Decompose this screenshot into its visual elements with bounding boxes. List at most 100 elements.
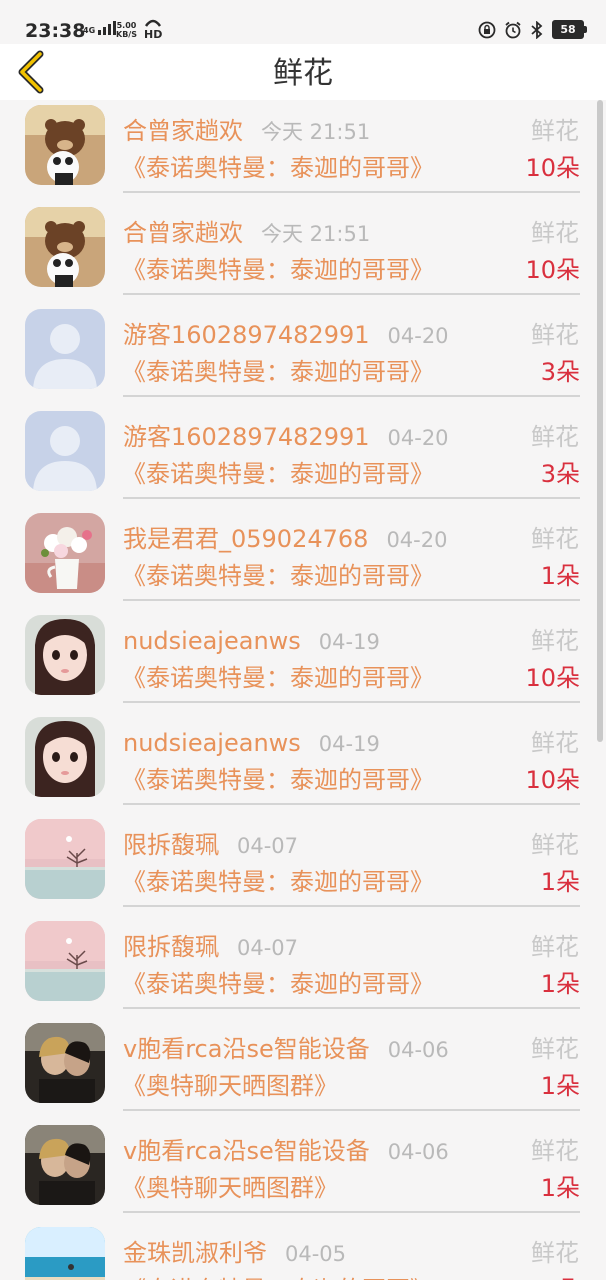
- work-title[interactable]: 《泰诺奥特曼：泰迦的哥哥》: [122, 560, 434, 592]
- avatar[interactable]: [25, 1125, 105, 1205]
- sender-name-line: 限拆馥珮 04-07: [123, 829, 298, 862]
- battery-icon: 58: [552, 20, 587, 39]
- work-title[interactable]: 《泰诺奥特曼：泰迦的哥哥》: [122, 254, 434, 286]
- gift-count: 3朵: [540, 358, 580, 386]
- list-item[interactable]: nudsieajeanws 04-19 鲜花 《泰诺奥特曼：泰迦的哥哥》 10朵: [0, 712, 606, 814]
- work-title[interactable]: 《泰诺奥特曼：泰迦的哥哥》: [122, 1274, 434, 1280]
- list-item[interactable]: v胞看rca沿se智能设备 04-06 鲜花 《奥特聊天晒图群》 1朵: [0, 1120, 606, 1222]
- divider: [123, 1007, 580, 1009]
- divider: [123, 599, 580, 601]
- sender-name[interactable]: nudsieajeanws: [123, 625, 301, 657]
- sender-name[interactable]: v胞看rca沿se智能设备: [123, 1135, 370, 1167]
- list-item[interactable]: 我是君君_059024768 04-20 鲜花 《泰诺奥特曼：泰迦的哥哥》 1朵: [0, 508, 606, 610]
- avatar[interactable]: [25, 309, 105, 389]
- gift-count: 1朵: [540, 562, 580, 590]
- gift-type: 鲜花: [531, 1137, 579, 1165]
- avatar[interactable]: [25, 921, 105, 1001]
- avatar[interactable]: [25, 411, 105, 491]
- timestamp: 今天 21:51: [261, 222, 371, 246]
- sender-name-line: 金珠凯淑利爷 04-05: [123, 1237, 346, 1270]
- gift-type: 鲜花: [531, 321, 579, 349]
- timestamp: 04-20: [387, 324, 449, 348]
- avatar[interactable]: [25, 207, 105, 287]
- work-title[interactable]: 《奥特聊天晒图群》: [122, 1172, 338, 1204]
- list-item[interactable]: 金珠凯淑利爷 04-05 鲜花《泰诺奥特曼：泰迦的哥哥》 1朵: [0, 1222, 606, 1280]
- sender-name[interactable]: nudsieajeanws: [123, 727, 301, 759]
- divider: [123, 905, 580, 907]
- gift-count: 1朵: [540, 1072, 580, 1100]
- work-title[interactable]: 《泰诺奥特曼：泰迦的哥哥》: [122, 764, 434, 796]
- timestamp: 04-06: [387, 1038, 449, 1062]
- sender-name[interactable]: 我是君君_059024768: [123, 523, 368, 555]
- sender-name-line: 游客1602897482991 04-20: [123, 319, 449, 352]
- lock-rotation-icon: [478, 21, 496, 38]
- sender-name[interactable]: 合曾家趟欢: [123, 115, 243, 147]
- avatar[interactable]: [25, 717, 105, 797]
- sender-name[interactable]: 限拆馥珮: [123, 931, 219, 963]
- sender-name-line: nudsieajeanws 04-19: [123, 625, 380, 658]
- avatar[interactable]: [25, 819, 105, 899]
- sender-name[interactable]: 限拆馥珮: [123, 829, 219, 861]
- divider: [123, 701, 580, 703]
- gift-type: 鲜花: [531, 933, 579, 961]
- sender-name[interactable]: 金珠凯淑利爷: [123, 1237, 267, 1269]
- status-time: 23:38: [25, 20, 86, 42]
- signal-icon: 4G: [83, 21, 117, 35]
- list-item[interactable]: v胞看rca沿se智能设备 04-06 鲜花《奥特聊天晒图群》 1朵: [0, 1018, 606, 1120]
- gift-count: 10朵: [525, 664, 580, 692]
- list-item[interactable]: 游客1602897482991 04-20 鲜花 《泰诺奥特曼：泰迦的哥哥》 3朵: [0, 406, 606, 508]
- scrollbar[interactable]: [597, 100, 603, 742]
- timestamp: 今天 21:51: [261, 120, 371, 144]
- timestamp: 04-20: [386, 528, 448, 552]
- timestamp: 04-07: [237, 834, 299, 858]
- work-title[interactable]: 《泰诺奥特曼：泰迦的哥哥》: [122, 356, 434, 388]
- work-title[interactable]: 《奥特聊天晒图群》: [122, 1070, 338, 1102]
- network-type: 4G: [83, 26, 96, 35]
- gift-type: 鲜花: [531, 1035, 579, 1063]
- gift-type: 鲜花: [531, 627, 579, 655]
- gift-type: 鲜花: [531, 219, 579, 247]
- avatar[interactable]: [25, 1023, 105, 1103]
- bluetooth-icon: [531, 20, 543, 39]
- gift-type: 鲜花: [531, 1239, 579, 1267]
- timestamp: 04-20: [387, 426, 449, 450]
- gift-record-list[interactable]: 合曾家趟欢 今天 21:51 鲜花 《泰诺奥特曼：泰迦的哥哥》 10朵 合曾家趟欢 今天 2…: [0, 100, 606, 1280]
- list-item[interactable]: nudsieajeanws 04-19 鲜花《泰诺奥特曼：泰迦的哥哥》 10朵: [0, 610, 606, 712]
- list-item[interactable]: 游客1602897482991 04-20 鲜花《泰诺奥特曼：泰迦的哥哥》 3朵: [0, 304, 606, 406]
- gift-count: 10朵: [525, 256, 580, 284]
- list-item[interactable]: 限拆馥珮 04-07 鲜花 《泰诺奥特曼：泰迦的哥哥》 1朵: [0, 814, 606, 916]
- work-title[interactable]: 《泰诺奥特曼：泰迦的哥哥》: [122, 662, 434, 694]
- work-title[interactable]: 《泰诺奥特曼：泰迦的哥哥》: [122, 968, 434, 1000]
- list-item[interactable]: 合曾家趟欢 今天 21:51 鲜花《泰诺奥特曼：泰迦的哥哥》 10朵: [0, 100, 606, 202]
- avatar[interactable]: [25, 513, 105, 593]
- avatar[interactable]: [25, 615, 105, 695]
- sender-name-line: nudsieajeanws 04-19: [123, 727, 380, 760]
- divider: [123, 497, 580, 499]
- sender-name-line: 我是君君_059024768 04-20: [123, 523, 447, 556]
- sender-name-line: v胞看rca沿se智能设备 04-06: [123, 1033, 449, 1066]
- sender-name[interactable]: 游客1602897482991: [123, 319, 370, 351]
- divider: [123, 395, 580, 397]
- work-title[interactable]: 《泰诺奥特曼：泰迦的哥哥》: [122, 866, 434, 898]
- page-title: 鲜花: [273, 56, 333, 91]
- avatar[interactable]: [25, 1227, 105, 1280]
- avatar[interactable]: [25, 105, 105, 185]
- divider: [123, 293, 580, 295]
- gift-type: 鲜花: [531, 117, 579, 145]
- sender-name[interactable]: 合曾家趟欢: [123, 217, 243, 249]
- hd-call-icon: HD: [144, 18, 162, 40]
- list-item[interactable]: 合曾家趟欢 今天 21:51 鲜花《泰诺奥特曼：泰迦的哥哥》 10朵: [0, 202, 606, 304]
- timestamp: 04-06: [387, 1140, 449, 1164]
- divider: [123, 1211, 580, 1213]
- sender-name[interactable]: v胞看rca沿se智能设备: [123, 1033, 370, 1065]
- sender-name[interactable]: 游客1602897482991: [123, 421, 370, 453]
- sender-name-line: 合曾家趟欢 今天 21:51: [123, 217, 370, 250]
- sender-name-line: 合曾家趟欢 今天 21:51: [123, 115, 370, 148]
- timestamp: 04-05: [285, 1242, 347, 1266]
- gift-count: 10朵: [525, 154, 580, 182]
- list-item[interactable]: 限拆馥珮 04-07 鲜花 《泰诺奥特曼：泰迦的哥哥》 1朵: [0, 916, 606, 1018]
- work-title[interactable]: 《泰诺奥特曼：泰迦的哥哥》: [122, 458, 434, 490]
- work-title[interactable]: 《泰诺奥特曼：泰迦的哥哥》: [122, 152, 434, 184]
- gift-count: 1朵: [540, 970, 580, 998]
- status-icons: 58: [478, 20, 587, 39]
